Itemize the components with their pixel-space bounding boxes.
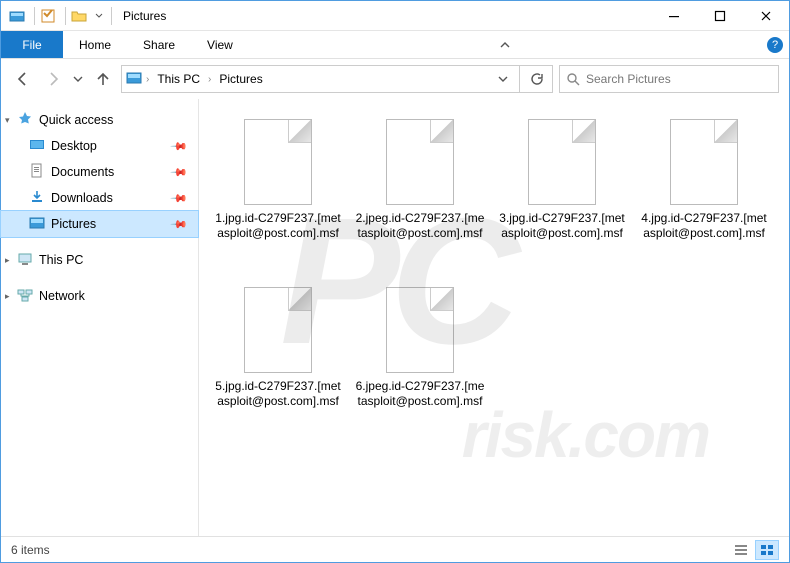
- refresh-button[interactable]: [524, 72, 548, 86]
- titlebar: Pictures: [1, 1, 789, 31]
- file-name: 6.jpeg.id-C279F237.[metasploit@post.com]…: [355, 379, 485, 409]
- file-icon: [386, 119, 454, 205]
- search-icon: [566, 72, 580, 86]
- address-dropdown-icon[interactable]: [491, 74, 515, 84]
- sidebar-item-label: Downloads: [51, 191, 113, 205]
- sidebar-quick-access[interactable]: ▾ Quick access: [1, 107, 198, 133]
- window-title: Pictures: [123, 9, 166, 23]
- close-button[interactable]: [743, 1, 789, 31]
- file-name: 1.jpg.id-C279F237.[metasploit@post.com].…: [213, 211, 343, 241]
- sidebar-item-label: Pictures: [51, 217, 96, 231]
- search-box[interactable]: Search Pictures: [559, 65, 779, 93]
- sidebar: ▾ Quick access Desktop 📌 Documents 📌 Dow…: [1, 99, 199, 537]
- sidebar-item-desktop[interactable]: Desktop 📌: [1, 133, 198, 159]
- file-name: 3.jpg.id-C279F237.[metasploit@post.com].…: [497, 211, 627, 241]
- sidebar-item-label: Desktop: [51, 139, 97, 153]
- sidebar-item-label: Documents: [51, 165, 114, 179]
- tab-home[interactable]: Home: [63, 31, 127, 58]
- qat-separator: [34, 7, 35, 25]
- forward-button[interactable]: [41, 67, 65, 91]
- address-separator: [519, 66, 520, 92]
- file-pane[interactable]: 1.jpg.id-C279F237.[metasploit@post.com].…: [199, 99, 789, 537]
- star-icon: [17, 111, 33, 130]
- folder-icon[interactable]: [69, 6, 89, 26]
- sidebar-item-pictures[interactable]: Pictures 📌: [1, 211, 198, 237]
- desktop-icon: [29, 137, 45, 156]
- qat-separator: [65, 7, 66, 25]
- breadcrumb-this-pc[interactable]: This PC: [153, 72, 204, 86]
- chevron-right-icon[interactable]: ›: [208, 74, 211, 85]
- file-name: 2.jpeg.id-C279F237.[metasploit@post.com]…: [355, 211, 485, 241]
- sidebar-network[interactable]: ▸ Network: [1, 283, 198, 309]
- documents-icon: [29, 163, 45, 182]
- pin-icon: 📌: [170, 137, 189, 156]
- details-view-button[interactable]: [729, 540, 753, 560]
- view-switcher: [729, 540, 779, 560]
- file-icon: [244, 287, 312, 373]
- pin-icon: 📌: [170, 163, 189, 182]
- qat-dropdown-icon[interactable]: [93, 6, 105, 26]
- file-item[interactable]: 6.jpeg.id-C279F237.[metasploit@post.com]…: [351, 281, 489, 445]
- file-name: 5.jpg.id-C279F237.[metasploit@post.com].…: [213, 379, 343, 409]
- minimize-button[interactable]: [651, 1, 697, 31]
- pin-icon: 📌: [170, 215, 189, 234]
- thumbnails-view-button[interactable]: [755, 540, 779, 560]
- file-name: 4.jpg.id-C279F237.[metasploit@post.com].…: [639, 211, 769, 241]
- file-icon: [528, 119, 596, 205]
- this-pc-icon: [17, 251, 33, 270]
- title-separator: [111, 7, 112, 25]
- file-item[interactable]: 2.jpeg.id-C279F237.[metasploit@post.com]…: [351, 113, 489, 277]
- sidebar-item-downloads[interactable]: Downloads 📌: [1, 185, 198, 211]
- chevron-right-icon[interactable]: ▸: [5, 291, 10, 302]
- maximize-button[interactable]: [697, 1, 743, 31]
- chevron-down-icon[interactable]: ▾: [5, 115, 10, 126]
- downloads-icon: [29, 189, 45, 208]
- ribbon: File Home Share View ?: [1, 31, 789, 59]
- chevron-right-icon[interactable]: ▸: [5, 255, 10, 266]
- sidebar-item-documents[interactable]: Documents 📌: [1, 159, 198, 185]
- sidebar-label: Quick access: [39, 113, 113, 127]
- file-tab[interactable]: File: [1, 31, 63, 58]
- properties-icon[interactable]: [38, 6, 58, 26]
- app-icon: [7, 6, 27, 26]
- tab-share[interactable]: Share: [127, 31, 191, 58]
- item-count: 6 items: [11, 543, 50, 557]
- sidebar-label: Network: [39, 289, 85, 303]
- file-item[interactable]: 4.jpg.id-C279F237.[metasploit@post.com].…: [635, 113, 773, 277]
- chevron-right-icon[interactable]: ›: [146, 74, 149, 85]
- recent-locations-icon[interactable]: [71, 67, 85, 91]
- navigation-row: › This PC › Pictures Search Pictures: [1, 59, 789, 99]
- status-bar: 6 items: [1, 536, 789, 562]
- pictures-icon: [126, 70, 142, 89]
- window-controls: [651, 1, 789, 31]
- sidebar-this-pc[interactable]: ▸ This PC: [1, 247, 198, 273]
- body: ▾ Quick access Desktop 📌 Documents 📌 Dow…: [1, 99, 789, 537]
- up-button[interactable]: [91, 67, 115, 91]
- file-icon: [386, 287, 454, 373]
- network-icon: [17, 287, 33, 306]
- file-item[interactable]: 5.jpg.id-C279F237.[metasploit@post.com].…: [209, 281, 347, 445]
- back-button[interactable]: [11, 67, 35, 91]
- sidebar-label: This PC: [39, 253, 83, 267]
- file-item[interactable]: 1.jpg.id-C279F237.[metasploit@post.com].…: [209, 113, 347, 277]
- pictures-icon: [29, 215, 45, 234]
- file-item[interactable]: 3.jpg.id-C279F237.[metasploit@post.com].…: [493, 113, 631, 277]
- help-button[interactable]: ?: [761, 31, 789, 58]
- breadcrumb-pictures[interactable]: Pictures: [215, 72, 266, 86]
- address-bar[interactable]: › This PC › Pictures: [121, 65, 553, 93]
- ribbon-collapse-icon[interactable]: [491, 31, 519, 58]
- tab-view[interactable]: View: [191, 31, 249, 58]
- pin-icon: 📌: [170, 189, 189, 208]
- file-icon: [244, 119, 312, 205]
- search-placeholder: Search Pictures: [586, 72, 671, 86]
- file-icon: [670, 119, 738, 205]
